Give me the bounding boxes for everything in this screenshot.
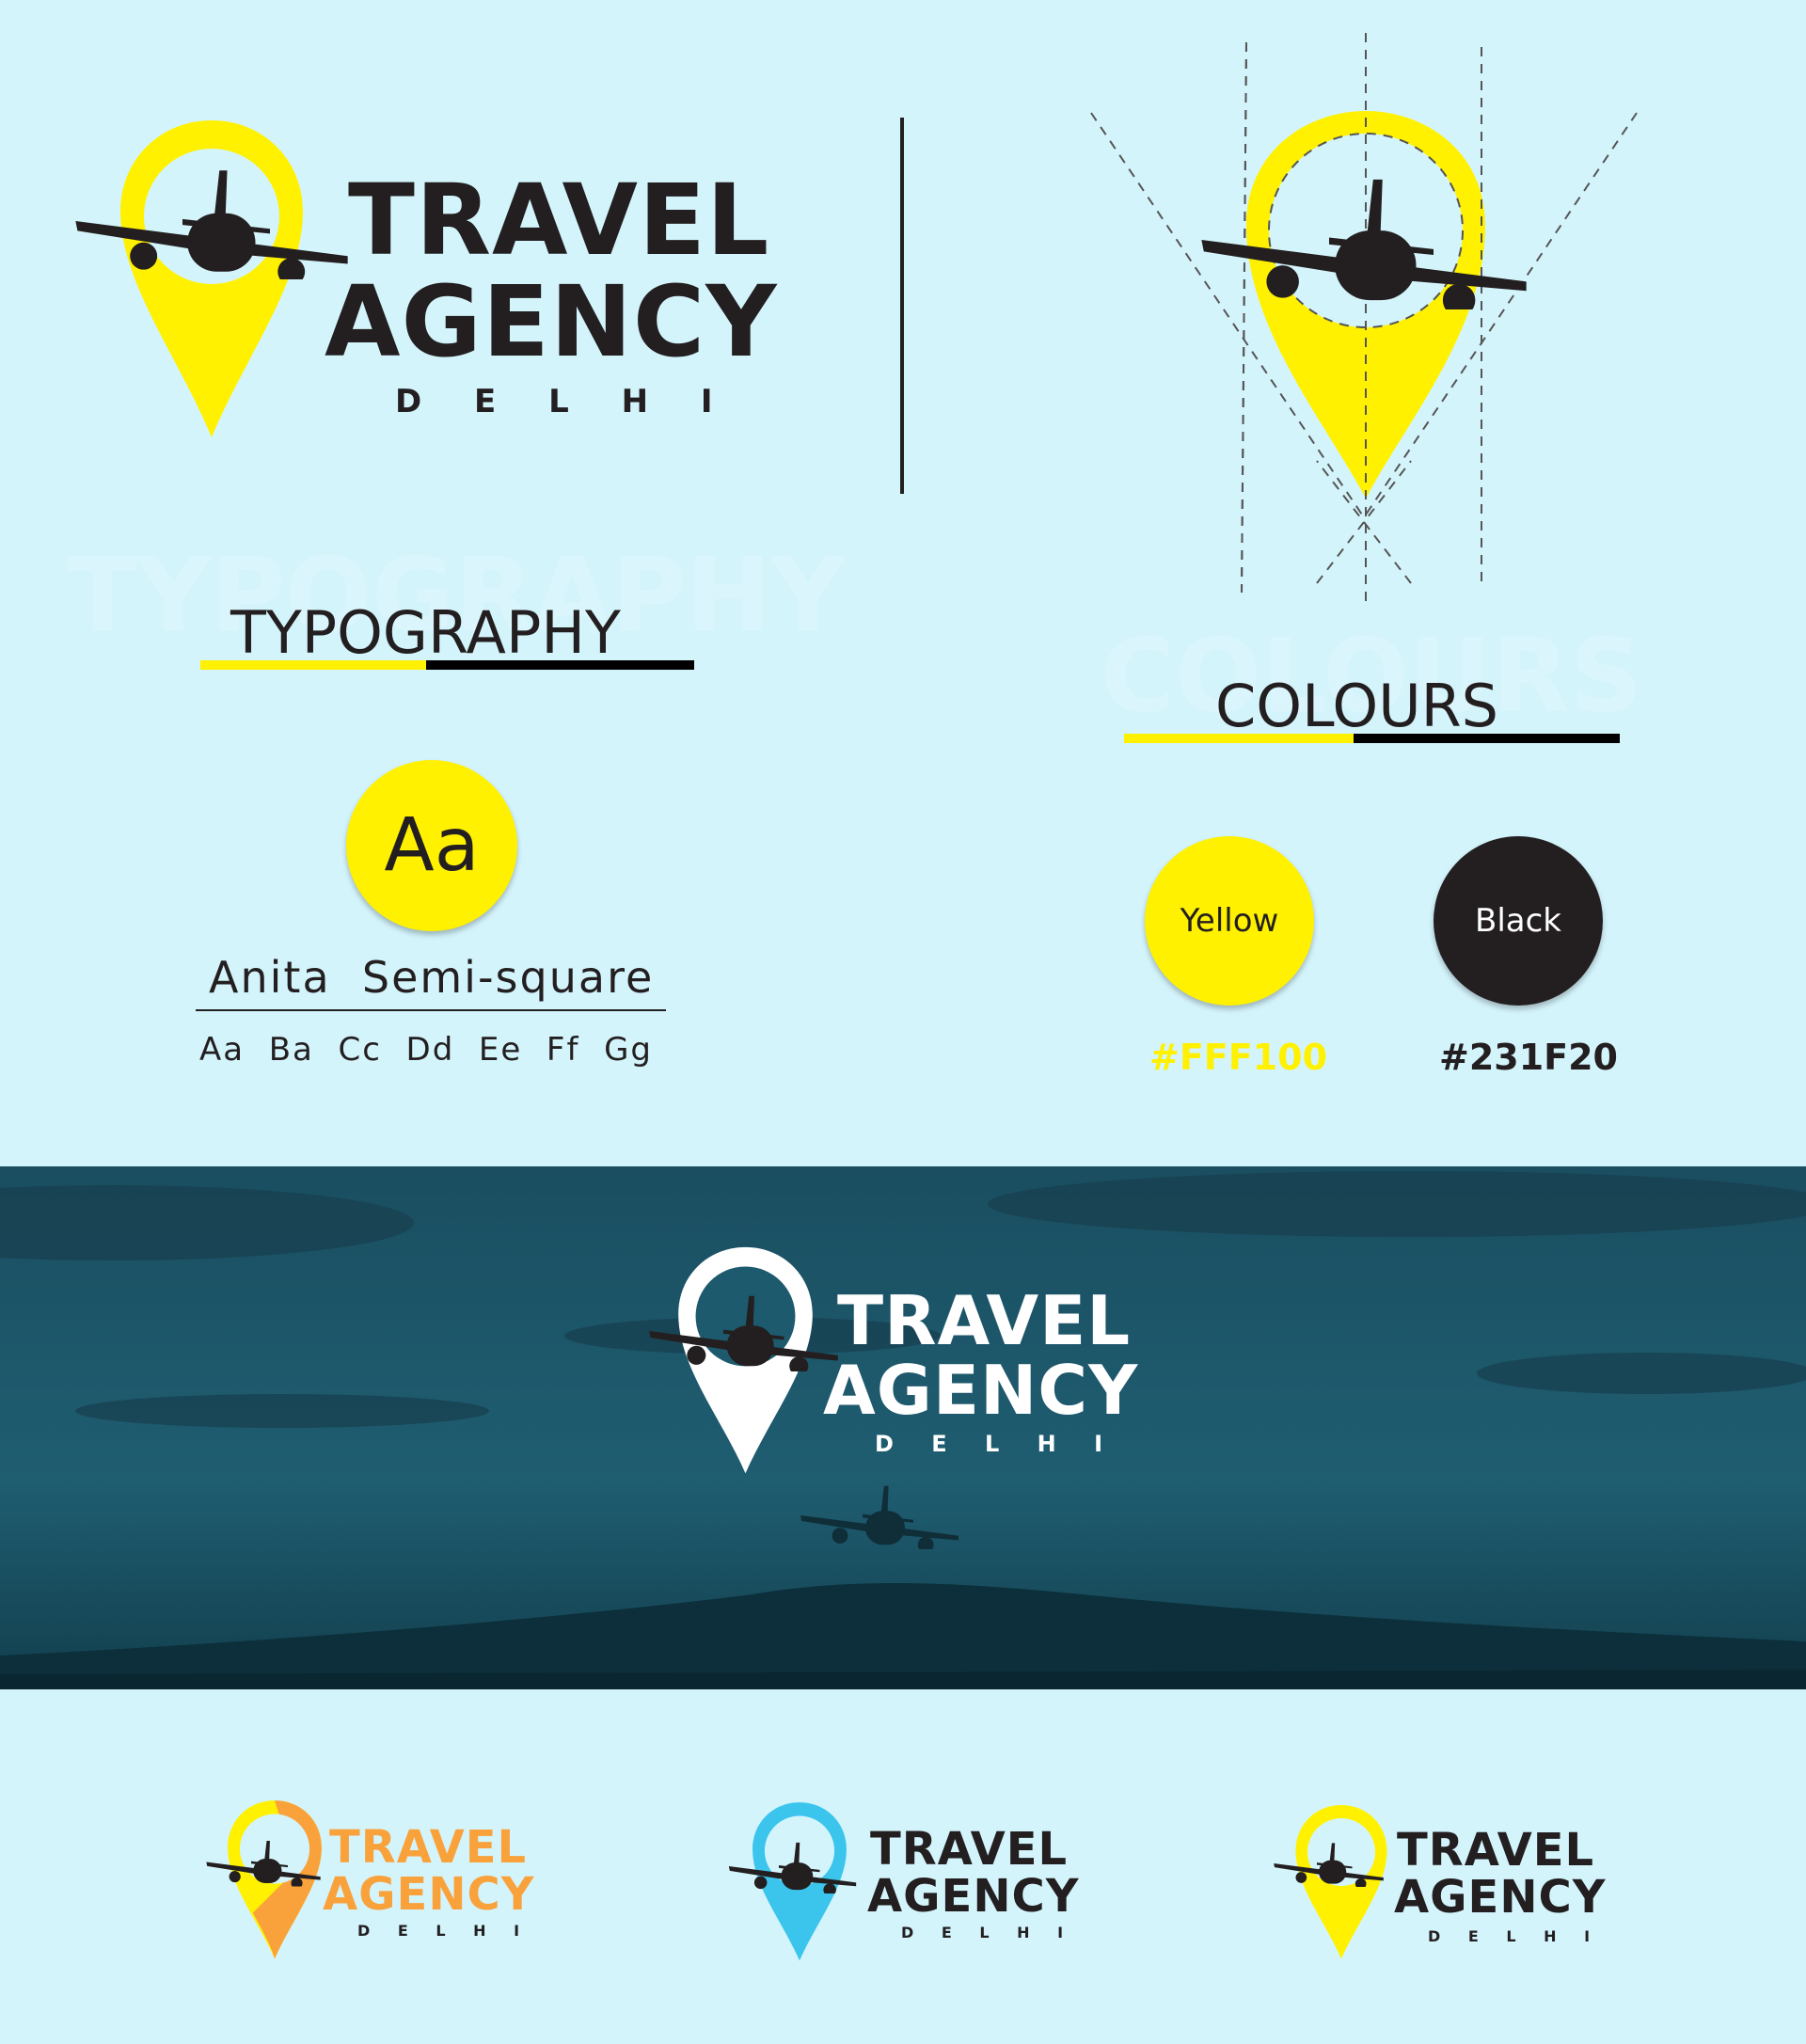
variant-orange-line2: AGENCY [323,1868,535,1921]
font-sample-text: Aa [384,803,480,888]
variant-blue-line2: AGENCY [867,1870,1080,1923]
variant-yellow-airplane-icon [1270,1839,1387,1888]
logo-variant-orange: TRAVEL AGENCY D E L H I [202,1797,578,1966]
swatch-black-label: Black [1475,902,1561,940]
vertical-divider [900,118,904,494]
logo-construction-grid [1090,33,1638,602]
colours-underline [1124,734,1620,743]
variant-yellow-line2: AGENCY [1394,1871,1607,1924]
banner-logo-line2: AGENCY [823,1351,1139,1430]
variant-yellow-line3: D E L H I [1428,1927,1602,1945]
typography-underline [200,660,694,670]
logo-line1: TRAVEL [348,163,770,277]
font-specimen: Aa Ba Cc Dd Ee Ff Gg [199,1031,653,1069]
variant-orange-line3: D E L H I [357,1922,531,1940]
typography-title: TYPOGRAPHY [230,598,621,667]
variant-orange-line1: TRAVEL [329,1821,528,1874]
banner-airplane-icon [795,1482,964,1549]
banner-logo-line1: TRAVEL [837,1281,1132,1360]
font-name: Anita Semi-square [209,952,655,1003]
variant-blue-line3: D E L H I [901,1924,1075,1941]
swatch-yellow: Yellow [1145,836,1314,1006]
variant-blue-line1: TRAVEL [870,1823,1069,1876]
logo-line2: AGENCY [325,264,778,379]
font-sample-circle: Aa [346,760,517,931]
swatch-yellow-hex: #FFF100 [1149,1037,1328,1078]
swatch-yellow-label: Yellow [1180,902,1279,940]
swatch-black: Black [1434,836,1603,1006]
variant-orange-airplane-icon [202,1836,325,1888]
airplane-icon [66,160,357,282]
construction-airplane-icon [1190,165,1538,315]
banner-logo-line3: D E L H I [875,1431,1118,1457]
main-logo: TRAVEL AGENCY D E L H I [66,113,818,452]
font-name-underline [196,1009,666,1011]
logo-variant-yellow: TRAVEL AGENCY D E L H I [1270,1801,1646,1971]
logo-line3: D E L H I [395,383,734,420]
banner-logo-airplane-icon [642,1289,845,1373]
photo-banner: TRAVEL AGENCY D E L H I [0,1166,1806,1689]
variant-yellow-line1: TRAVEL [1397,1824,1595,1877]
variant-blue-airplane-icon [724,1838,861,1894]
logo-variant-blue: TRAVEL AGENCY D E L H I [724,1798,1101,1968]
swatch-black-hex: #231F20 [1439,1037,1618,1078]
colours-title: COLOURS [1215,672,1499,740]
